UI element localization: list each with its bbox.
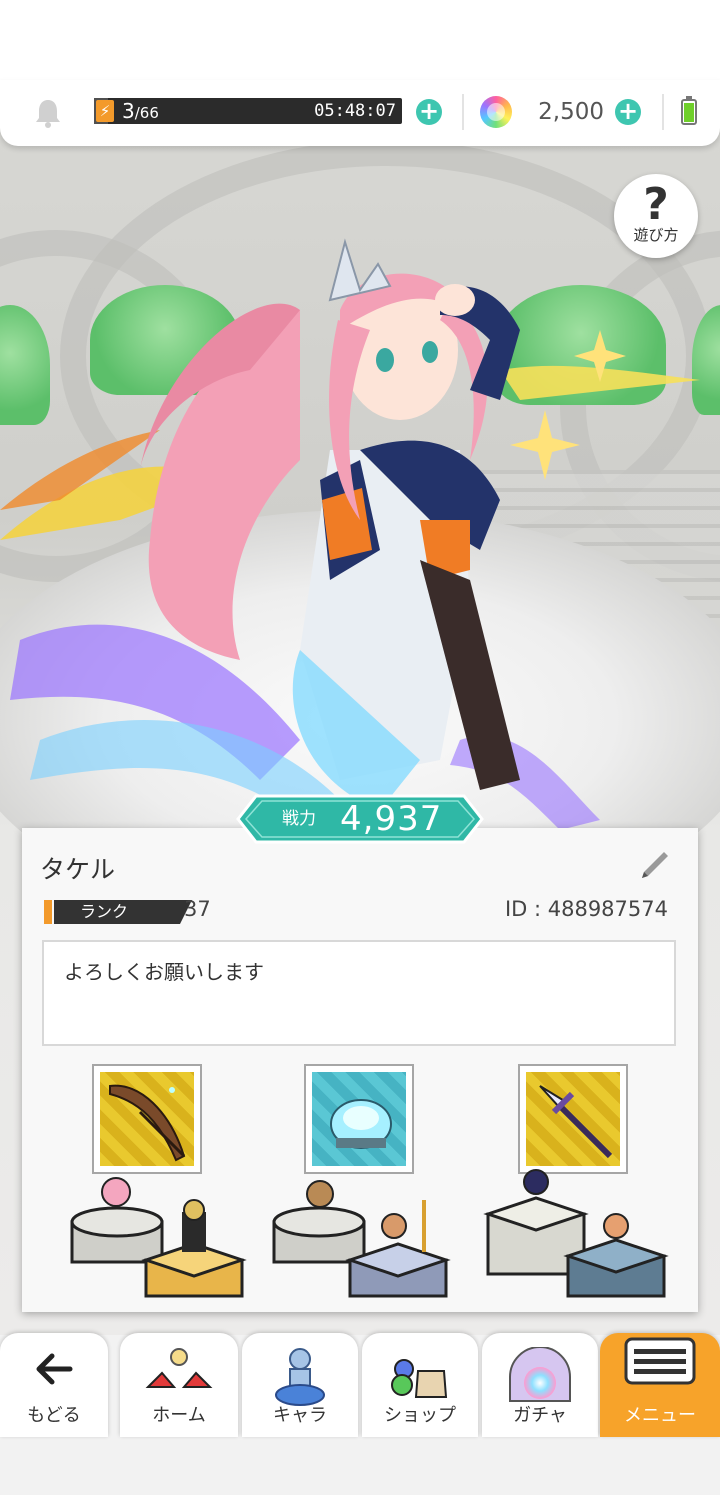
gem-count: 2,500 [538, 99, 604, 125]
nav-label: ホーム [152, 1405, 206, 1426]
team-unit-figures [70, 1177, 247, 1298]
nav-label: キャラ [273, 1405, 327, 1426]
system-nav-area [0, 1437, 720, 1495]
nav-label: もどる [27, 1405, 81, 1426]
back-arrow-icon [36, 1353, 73, 1385]
nav-gacha[interactable]: ガチャ [482, 1333, 598, 1437]
stamina-bar: ⚡ 3/66 05:48:07 [94, 98, 402, 124]
edit-pen-icon[interactable] [636, 848, 672, 884]
team-slot-2[interactable] [254, 1064, 460, 1300]
divider [662, 94, 664, 130]
notification-bell-icon[interactable] [34, 98, 62, 128]
team-slot-3[interactable] [468, 1064, 674, 1300]
stamina-bolt-icon: ⚡ [96, 100, 114, 122]
divider [462, 94, 464, 130]
menu-list-icon [624, 1337, 696, 1385]
character-icon [275, 1348, 325, 1406]
gem-icon [480, 96, 512, 128]
add-gems-button[interactable]: + [615, 99, 641, 125]
nav-shop[interactable]: ショップ [362, 1333, 478, 1437]
bottom-navigation: もどる ホーム キャラ ショップ ガチャ メニュー [0, 1333, 720, 1437]
nav-home[interactable]: ホーム [120, 1333, 238, 1437]
resource-bar: ⚡ 3/66 05:48:07 + 2,500 + [0, 80, 720, 146]
question-mark-icon: ? [643, 179, 669, 230]
stamina-timer: 05:48:07 [314, 101, 396, 121]
power-badge: 戦力 4,937 [236, 794, 484, 844]
stamina-count: 3/66 [122, 99, 159, 123]
status-bar-area [0, 0, 720, 80]
power-label: 戦力 [282, 809, 316, 829]
nav-label: メニュー [624, 1405, 696, 1426]
nav-label: ショップ [384, 1405, 456, 1426]
player-id: ID : 488987574 [504, 897, 668, 921]
team-slot-1[interactable] [42, 1064, 248, 1300]
battery-icon [681, 96, 697, 125]
nav-menu[interactable]: メニュー [600, 1333, 720, 1437]
rank-value: 37 [184, 897, 211, 921]
team-unit-figures [483, 1169, 669, 1298]
power-value: 4,937 [340, 799, 443, 839]
nav-back[interactable]: もどる [0, 1333, 108, 1437]
character-illustration [0, 238, 700, 830]
help-label: 遊び方 [633, 226, 679, 244]
gacha-portal-icon [509, 1347, 571, 1402]
message-box[interactable]: よろしくお願いします [42, 940, 676, 1046]
player-name: タケル [40, 855, 116, 884]
profile-card: タケル ランク 37 ID : 488987574 よろしくお願いします [22, 828, 698, 1312]
nav-chara[interactable]: キャラ [242, 1333, 358, 1437]
add-stamina-button[interactable]: + [416, 99, 442, 125]
rank-label: ランク [80, 902, 129, 921]
team-unit-figures [272, 1180, 451, 1298]
nav-label: ガチャ [513, 1405, 567, 1426]
how-to-play-button[interactable]: ? 遊び方 [614, 174, 698, 258]
message-text: よろしくお願いします [64, 960, 264, 984]
shop-bag-icon [391, 1359, 448, 1398]
home-icon [145, 1348, 213, 1388]
